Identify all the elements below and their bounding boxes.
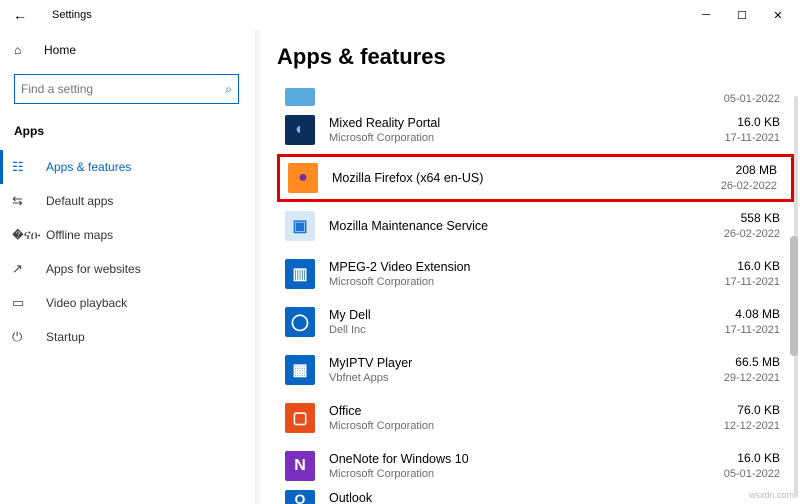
sidebar-item-apps-features[interactable]: ☷ Apps & features	[0, 150, 253, 184]
window-title: Settings	[52, 9, 92, 21]
app-size: 208 MB	[721, 163, 777, 179]
app-name: MyIPTV Player	[329, 355, 724, 371]
app-row[interactable]: ◯ My DellDell Inc4.08 MB17-11-2021	[277, 298, 794, 346]
app-icon: ▣	[285, 211, 315, 241]
sidebar-item-video-playback[interactable]: ▭ Video playback	[0, 286, 253, 320]
nav-icon: ⏻	[12, 329, 30, 345]
nav-icon: ▭	[12, 295, 30, 311]
nav-icon: ↗	[12, 261, 30, 277]
app-date: 29-12-2021	[724, 371, 780, 385]
app-date: 17-11-2021	[725, 323, 780, 337]
app-size: 16.0 KB	[725, 115, 780, 131]
app-publisher: Microsoft Corporation	[329, 419, 724, 433]
sidebar-home[interactable]: ⌂ Home	[0, 34, 253, 66]
app-name: My Dell	[329, 307, 725, 323]
content: Apps & features 05-01-2022 ◐ Mixed Reality…	[253, 30, 800, 504]
sidebar-item-default-apps[interactable]: ⇆ Default apps	[0, 184, 253, 218]
app-icon: ▥	[285, 259, 315, 289]
app-name: OneNote for Windows 10	[329, 451, 724, 467]
nav-icon: �ናዑ	[12, 227, 30, 243]
app-size: 16.0 KB	[724, 451, 780, 467]
app-size: 76.0 KB	[724, 403, 780, 419]
app-icon: ◯	[285, 307, 315, 337]
app-date: 05-01-2022	[724, 92, 780, 106]
app-publisher: Microsoft Corporation	[329, 467, 724, 481]
nav-label: Default apps	[46, 194, 113, 208]
app-row[interactable]: N OneNote for Windows 10Microsoft Corpora…	[277, 442, 794, 490]
app-row[interactable]: ▦ MyIPTV PlayerVbfnet Apps66.5 MB29-12-20…	[277, 346, 794, 394]
nav-label: Startup	[46, 330, 85, 344]
nav-label: Offline maps	[46, 228, 113, 242]
nav-label: Apps & features	[46, 160, 131, 174]
back-button[interactable]: ←	[8, 7, 32, 23]
app-row[interactable]: ▣ Mozilla Maintenance Service558 KB26-02-…	[277, 202, 794, 250]
app-publisher: Dell Inc	[329, 323, 725, 337]
app-icon: O	[285, 490, 315, 504]
app-size: 66.5 MB	[724, 355, 780, 371]
titlebar: ← Settings ─ ☐ ✕	[0, 0, 800, 30]
app-date: 17-11-2021	[725, 131, 780, 145]
home-icon: ⌂	[14, 43, 32, 57]
app-date: 26-02-2022	[724, 227, 780, 241]
app-name: Office	[329, 403, 724, 419]
app-date: 05-01-2022	[724, 467, 780, 481]
app-name: Outlook	[329, 490, 780, 504]
close-button[interactable]: ✕	[760, 1, 796, 29]
app-date: 17-11-2021	[725, 275, 780, 289]
app-icon: ◐	[285, 115, 315, 145]
app-size: 558 KB	[724, 211, 780, 227]
app-row-partial[interactable]: O Outlook	[277, 490, 794, 504]
app-row[interactable]: ▢ OfficeMicrosoft Corporation76.0 KB12-12…	[277, 394, 794, 442]
watermark: wsxdn.com	[749, 490, 794, 500]
app-row[interactable]: ● Mozilla Firefox (x64 en-US)208 MB26-02-…	[277, 154, 794, 202]
app-row-partial[interactable]: 05-01-2022	[277, 84, 794, 106]
app-size: 16.0 KB	[725, 259, 780, 275]
sidebar-item-offline-maps[interactable]: �ናዑ Offline maps	[0, 218, 253, 252]
app-list: 05-01-2022◐Mixed Reality PortalMicrosoft…	[277, 84, 794, 504]
app-publisher: Vbfnet Apps	[329, 371, 724, 385]
search-input[interactable]	[21, 82, 225, 96]
sidebar-item-apps-for-websites[interactable]: ↗ Apps for websites	[0, 252, 253, 286]
nav-label: Apps for websites	[46, 262, 141, 276]
app-row[interactable]: ▥ MPEG-2 Video ExtensionMicrosoft Corpora…	[277, 250, 794, 298]
app-icon: ●	[288, 163, 318, 193]
app-row[interactable]: ◐ Mixed Reality PortalMicrosoft Corporati…	[277, 106, 794, 154]
nav-icon: ⇆	[12, 193, 30, 209]
app-name: Mozilla Maintenance Service	[329, 218, 724, 234]
app-date: 12-12-2021	[724, 419, 780, 433]
search-icon: ⌕	[225, 82, 232, 97]
app-size: 4.08 MB	[725, 307, 780, 323]
nav-icon: ☷	[12, 159, 30, 175]
app-icon: ▢	[285, 403, 315, 433]
app-name: Mixed Reality Portal	[329, 115, 725, 131]
nav-label: Video playback	[46, 296, 127, 310]
app-icon: N	[285, 451, 315, 481]
app-icon: ▦	[285, 355, 315, 385]
app-name: Mozilla Firefox (x64 en-US)	[332, 170, 721, 186]
search-box[interactable]: ⌕	[14, 74, 239, 104]
app-publisher: Microsoft Corporation	[329, 131, 725, 145]
maximize-button[interactable]: ☐	[724, 1, 760, 29]
minimize-button[interactable]: ─	[688, 1, 724, 29]
sidebar-category: Apps	[0, 118, 253, 150]
app-icon	[285, 88, 315, 106]
sidebar-home-label: Home	[44, 43, 76, 57]
scrollbar-track[interactable]	[794, 96, 798, 498]
sidebar-item-startup[interactable]: ⏻ Startup	[0, 320, 253, 354]
app-name: MPEG-2 Video Extension	[329, 259, 725, 275]
scrollbar-thumb[interactable]	[790, 236, 798, 356]
app-date: 26-02-2022	[721, 179, 777, 193]
sidebar: ⌂ Home ⌕ Apps ☷ Apps & features ⇆ Default a…	[0, 30, 253, 504]
app-publisher: Microsoft Corporation	[329, 275, 725, 289]
page-heading: Apps & features	[277, 44, 794, 70]
